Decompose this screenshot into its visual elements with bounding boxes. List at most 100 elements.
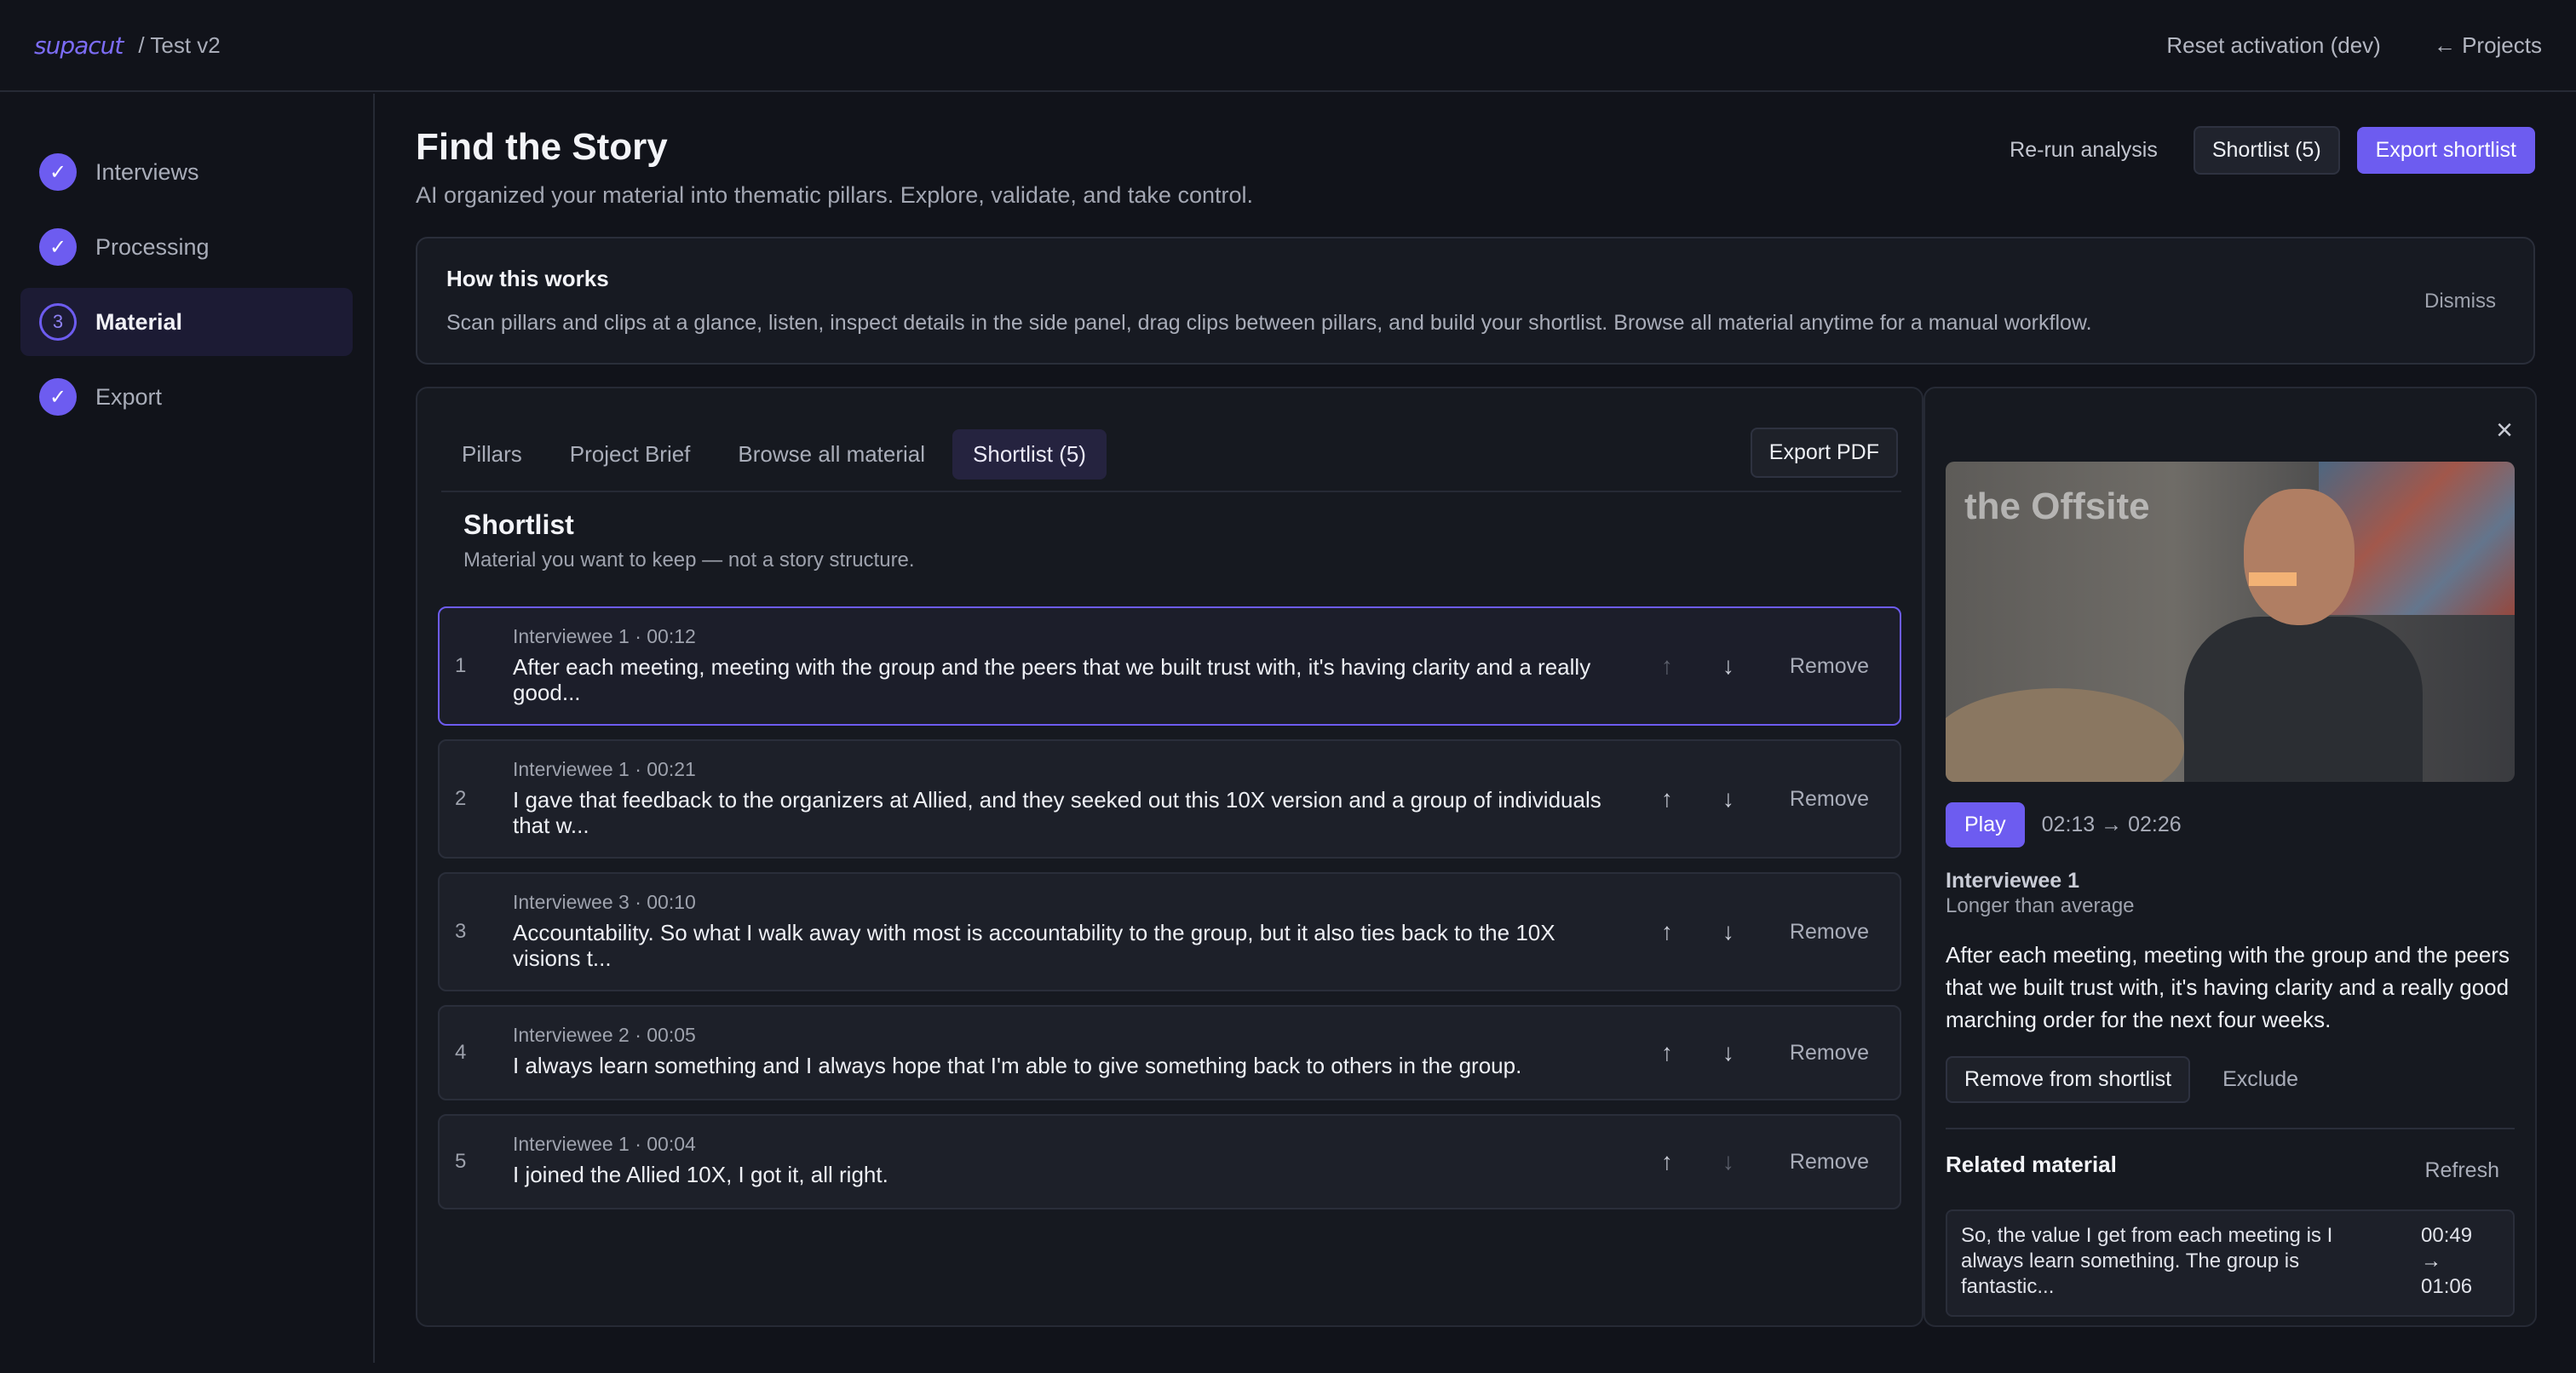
shortlist-row[interactable]: 3 Interviewee 3 · 00:10 Accountability. … bbox=[438, 872, 1901, 991]
row-meta: Interviewee 1 · 00:04 bbox=[513, 1133, 696, 1155]
sidebar-step-material[interactable]: 3 Material bbox=[20, 288, 353, 356]
arrow-down-icon[interactable]: ↓ bbox=[1716, 1148, 1740, 1175]
play-button[interactable]: Play bbox=[1946, 802, 2025, 847]
table-shape bbox=[1946, 688, 2184, 782]
row-controls: ↑ ↓ Remove bbox=[1655, 652, 1869, 680]
video-sign-text: the Offsite bbox=[1964, 485, 2150, 527]
banner-body: Scan pillars and clips at a glance, list… bbox=[446, 311, 2092, 335]
shortlist-button[interactable]: Shortlist (5) bbox=[2193, 126, 2340, 175]
sidebar-step-label: Processing bbox=[95, 233, 210, 260]
exclude-button[interactable]: Exclude bbox=[2205, 1058, 2315, 1101]
shortlist-title: Shortlist bbox=[463, 509, 574, 540]
sidebar: ✓ Interviews ✓ Processing 3 Material ✓ E… bbox=[0, 94, 375, 1363]
arrow-up-icon[interactable]: ↑ bbox=[1655, 1148, 1679, 1175]
related-material-title: Related material bbox=[1946, 1152, 2117, 1177]
sidebar-step-label: Export bbox=[95, 383, 163, 410]
person-body bbox=[2184, 617, 2423, 782]
dismiss-button[interactable]: Dismiss bbox=[2424, 290, 2496, 313]
speaker-name: Interviewee 1 bbox=[1946, 869, 2080, 893]
row-meta: Interviewee 3 · 00:10 bbox=[513, 891, 696, 913]
sidebar-step-interviews[interactable]: ✓ Interviews bbox=[20, 138, 353, 206]
tab-shortlist[interactable]: Shortlist (5) bbox=[952, 428, 1107, 480]
row-text: Accountability. So what I walk away with… bbox=[513, 920, 1555, 971]
remove-from-shortlist-button[interactable]: Remove from shortlist bbox=[1946, 1056, 2191, 1103]
detail-divider bbox=[1946, 1128, 2515, 1129]
header-actions: Re-run analysis Shortlist (5) Export sho… bbox=[1991, 126, 2535, 175]
arrow-up-icon[interactable]: ↑ bbox=[1655, 785, 1679, 813]
arrow-up-icon[interactable]: ↑ bbox=[1655, 1039, 1679, 1066]
shortlist-row[interactable]: 4 Interviewee 2 · 00:05 I always learn s… bbox=[438, 1005, 1901, 1100]
eye-censor-bar bbox=[2249, 572, 2297, 586]
how-this-works-banner: How this works Scan pillars and clips at… bbox=[416, 237, 2535, 365]
export-pdf-button[interactable]: Export PDF bbox=[1750, 428, 1898, 478]
clip-detail-panel: × the Offsite Play 02:13 → 02:26 Intervi… bbox=[1923, 387, 2537, 1327]
arrow-down-icon[interactable]: ↓ bbox=[1716, 1039, 1740, 1066]
row-controls: ↑ ↓ Remove bbox=[1655, 1039, 1869, 1066]
page-subtitle: AI organized your material into thematic… bbox=[416, 182, 1253, 208]
shortlist-row[interactable]: 5 Interviewee 1 · 00:04 I joined the All… bbox=[438, 1114, 1901, 1209]
row-text: I gave that feedback to the organizers a… bbox=[513, 787, 1601, 838]
row-index: 3 bbox=[455, 920, 467, 943]
top-nav: Reset activation (dev) ← Projects bbox=[2166, 32, 2542, 59]
row-index: 5 bbox=[455, 1150, 467, 1173]
row-index: 4 bbox=[455, 1041, 467, 1064]
check-icon: ✓ bbox=[39, 378, 77, 416]
arrow-down-icon[interactable]: ↓ bbox=[1716, 785, 1740, 813]
arrow-up-icon[interactable]: ↑ bbox=[1655, 652, 1679, 680]
video-preview[interactable]: the Offsite bbox=[1946, 462, 2515, 782]
row-meta: Interviewee 1 · 00:21 bbox=[513, 758, 696, 780]
row-meta: Interviewee 2 · 00:05 bbox=[513, 1024, 696, 1046]
row-controls: ↑ ↓ Remove bbox=[1655, 785, 1869, 813]
banner-title: How this works bbox=[446, 266, 609, 291]
reset-activation-link[interactable]: Reset activation (dev) bbox=[2166, 32, 2380, 59]
shortlist-subtitle: Material you want to keep — not a story … bbox=[463, 549, 915, 572]
remove-button[interactable]: Remove bbox=[1790, 920, 1869, 945]
sidebar-step-processing[interactable]: ✓ Processing bbox=[20, 213, 353, 281]
clip-transcript: After each meeting, meeting with the gro… bbox=[1946, 942, 2510, 1032]
shortlist-row[interactable]: 1 Interviewee 1 · 00:12 After each meeti… bbox=[438, 606, 1901, 726]
breadcrumb: / Test v2 bbox=[138, 32, 221, 58]
row-text: I always learn something and I always ho… bbox=[513, 1053, 1522, 1078]
row-index: 2 bbox=[455, 787, 467, 810]
row-text: I joined the Allied 10X, I got it, all r… bbox=[513, 1162, 888, 1187]
top-bar: supacut / Test v2 Reset activation (dev)… bbox=[0, 0, 2576, 92]
tab-pillars[interactable]: Pillars bbox=[441, 429, 543, 480]
row-controls: ↑ ↓ Remove bbox=[1655, 1148, 1869, 1175]
supacut-logo[interactable]: supacut bbox=[34, 32, 124, 60]
close-icon[interactable]: × bbox=[2496, 414, 2513, 447]
export-shortlist-button[interactable]: Export shortlist bbox=[2356, 127, 2535, 174]
sidebar-step-label: Interviews bbox=[95, 158, 199, 185]
remove-button[interactable]: Remove bbox=[1790, 1041, 1869, 1066]
related-clip-card[interactable]: So, the value I get from each meeting is… bbox=[1946, 1209, 2515, 1317]
remove-button[interactable]: Remove bbox=[1790, 787, 1869, 812]
shortlist-row[interactable]: 2 Interviewee 1 · 00:21 I gave that feed… bbox=[438, 739, 1901, 859]
shortlist-rows: 1 Interviewee 1 · 00:12 After each meeti… bbox=[438, 606, 1901, 1223]
arrow-up-icon[interactable]: ↑ bbox=[1655, 918, 1679, 945]
brand: supacut / Test v2 bbox=[34, 32, 221, 60]
row-index: 1 bbox=[455, 654, 467, 677]
clip-actions: Remove from shortlist Exclude bbox=[1946, 1056, 2315, 1103]
tab-browse-all-material[interactable]: Browse all material bbox=[717, 429, 946, 480]
person-head bbox=[2244, 489, 2355, 625]
row-controls: ↑ ↓ Remove bbox=[1655, 918, 1869, 945]
related-clip-text: So, the value I get from each meeting is… bbox=[1961, 1224, 2333, 1298]
check-icon: ✓ bbox=[39, 153, 77, 191]
tab-bar: Pillars Project Brief Browse all materia… bbox=[441, 428, 1901, 480]
sidebar-step-label: Material bbox=[95, 308, 183, 335]
rerun-analysis-button[interactable]: Re-run analysis bbox=[1991, 126, 2176, 175]
playback-row: Play 02:13 → 02:26 bbox=[1946, 802, 2182, 847]
arrow-down-icon[interactable]: ↓ bbox=[1716, 652, 1740, 680]
page-title: Find the Story bbox=[416, 126, 668, 168]
row-text: After each meeting, meeting with the gro… bbox=[513, 654, 1591, 705]
tab-project-brief[interactable]: Project Brief bbox=[549, 429, 711, 480]
remove-button[interactable]: Remove bbox=[1790, 1150, 1869, 1175]
related-clip-time: 00:49 → 01:06 bbox=[2421, 1224, 2473, 1298]
remove-button[interactable]: Remove bbox=[1790, 654, 1869, 679]
projects-link[interactable]: ← Projects bbox=[2434, 32, 2542, 59]
refresh-button[interactable]: Refresh bbox=[2424, 1158, 2499, 1183]
arrow-down-icon[interactable]: ↓ bbox=[1716, 918, 1740, 945]
row-meta: Interviewee 1 · 00:12 bbox=[513, 625, 696, 647]
interviewee-figure bbox=[2176, 489, 2431, 782]
sidebar-step-export[interactable]: ✓ Export bbox=[20, 363, 353, 431]
check-icon: ✓ bbox=[39, 228, 77, 266]
